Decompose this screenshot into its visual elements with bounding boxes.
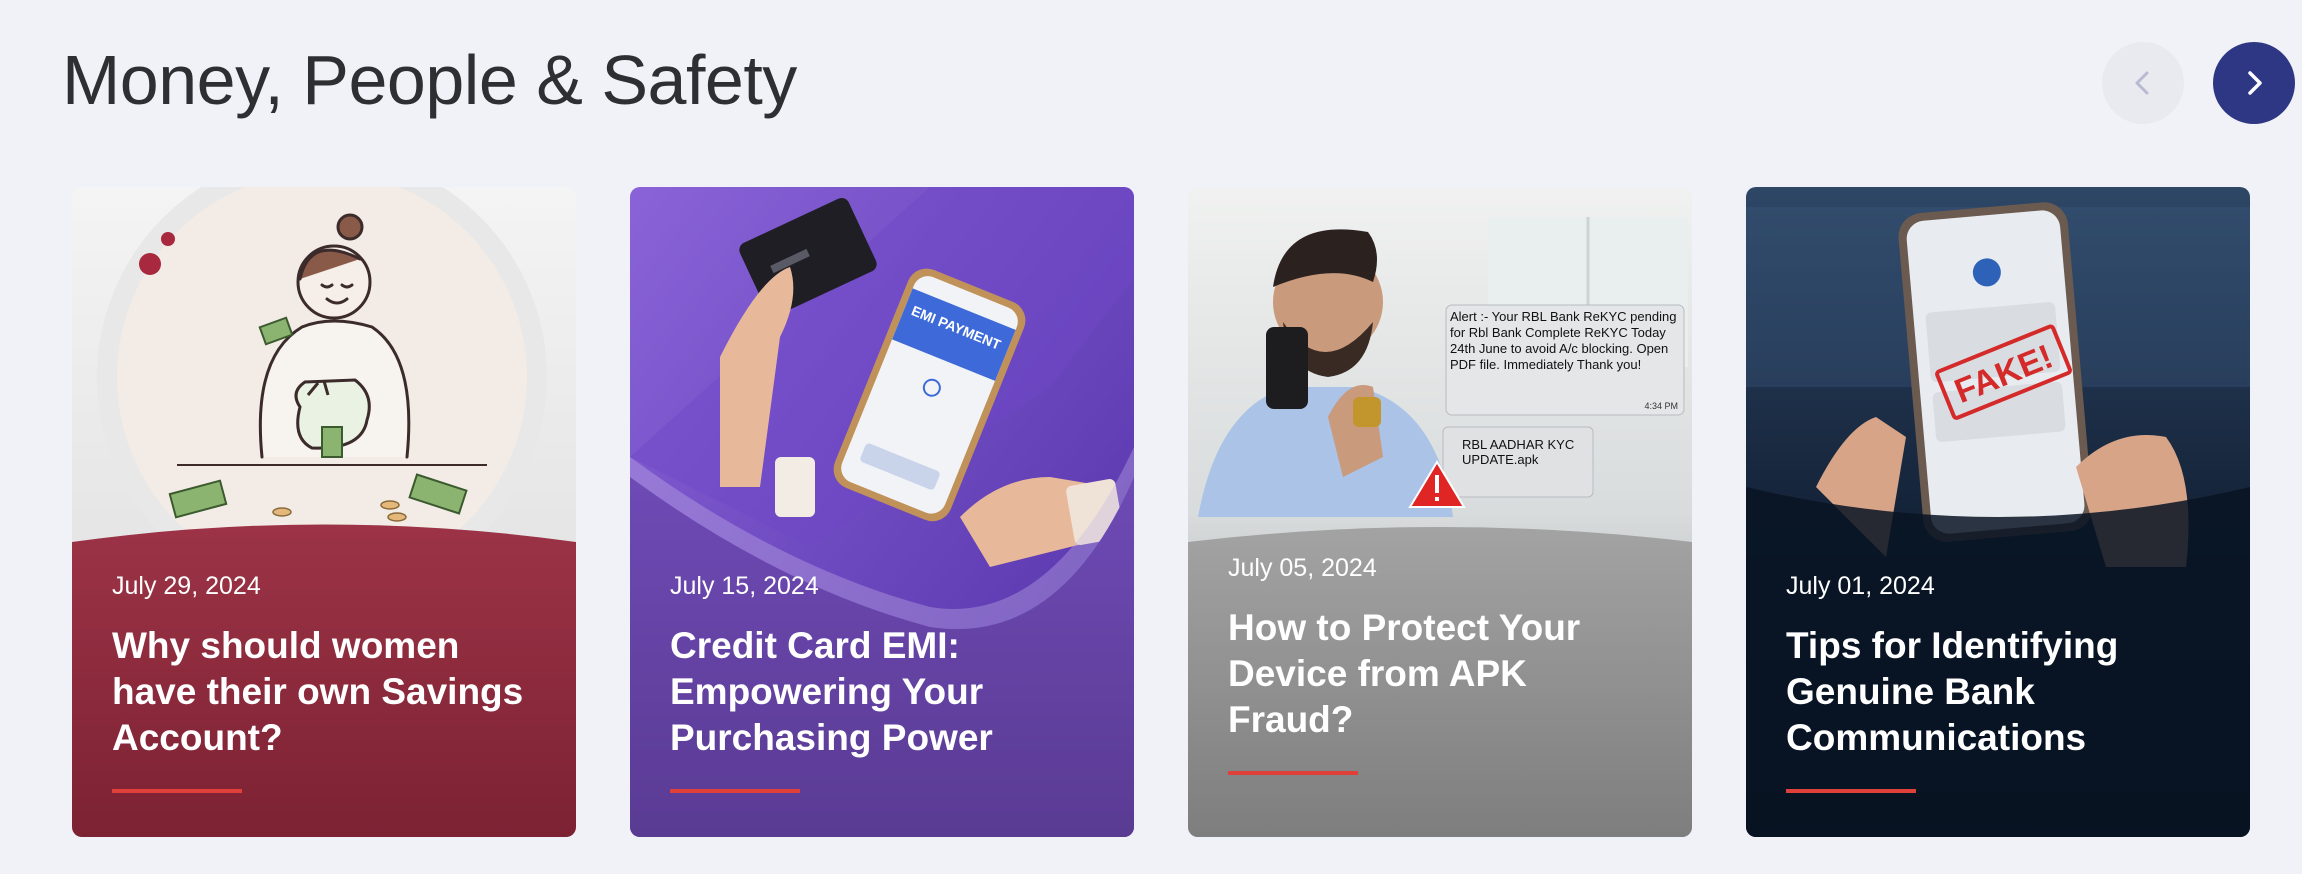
article-card-credit-card-emi[interactable]: EMI PAYMENT July 15, 2024 Credit Card EM… [630,187,1134,837]
card-date: July 29, 2024 [112,572,261,600]
card-date: July 01, 2024 [1786,572,1935,600]
card-title[interactable]: Why should women have their own Savings … [112,623,546,761]
article-card-genuine-communications[interactable]: FAKE! July 01, 2024 Tips for Identifying… [1746,187,2250,837]
card-title[interactable]: How to Protect Your Device from APK Frau… [1228,605,1662,743]
article-card-savings[interactable]: July 29, 2024 Why should women have thei… [72,187,576,837]
card-date: July 05, 2024 [1228,554,1377,582]
accent-divider [112,789,242,793]
card-title[interactable]: Credit Card EMI: Empowering Your Purchas… [670,623,1104,761]
accent-divider [670,789,800,793]
accent-divider [1228,771,1358,775]
section-title: Money, People & Safety [62,41,797,119]
card-title[interactable]: Tips for Identifying Genuine Bank Commun… [1786,623,2220,761]
chevron-left-icon [2135,71,2149,95]
card-date: July 15, 2024 [670,572,819,600]
carousel-prev-button[interactable] [2102,42,2184,124]
apk-file-name: RBL AADHAR KYC UPDATE.apk [1462,437,1575,467]
chevron-right-icon [2248,71,2262,95]
sms-timestamp: 4:34 PM [1644,401,1678,411]
carousel-next-button[interactable] [2213,42,2295,124]
article-card-apk-fraud[interactable]: Alert :- Your RBL Bank ReKYC pending for… [1188,187,1692,837]
accent-divider [1786,789,1916,793]
sms-alert-text: Alert :- Your RBL Bank ReKYC pending for… [1450,309,1677,372]
